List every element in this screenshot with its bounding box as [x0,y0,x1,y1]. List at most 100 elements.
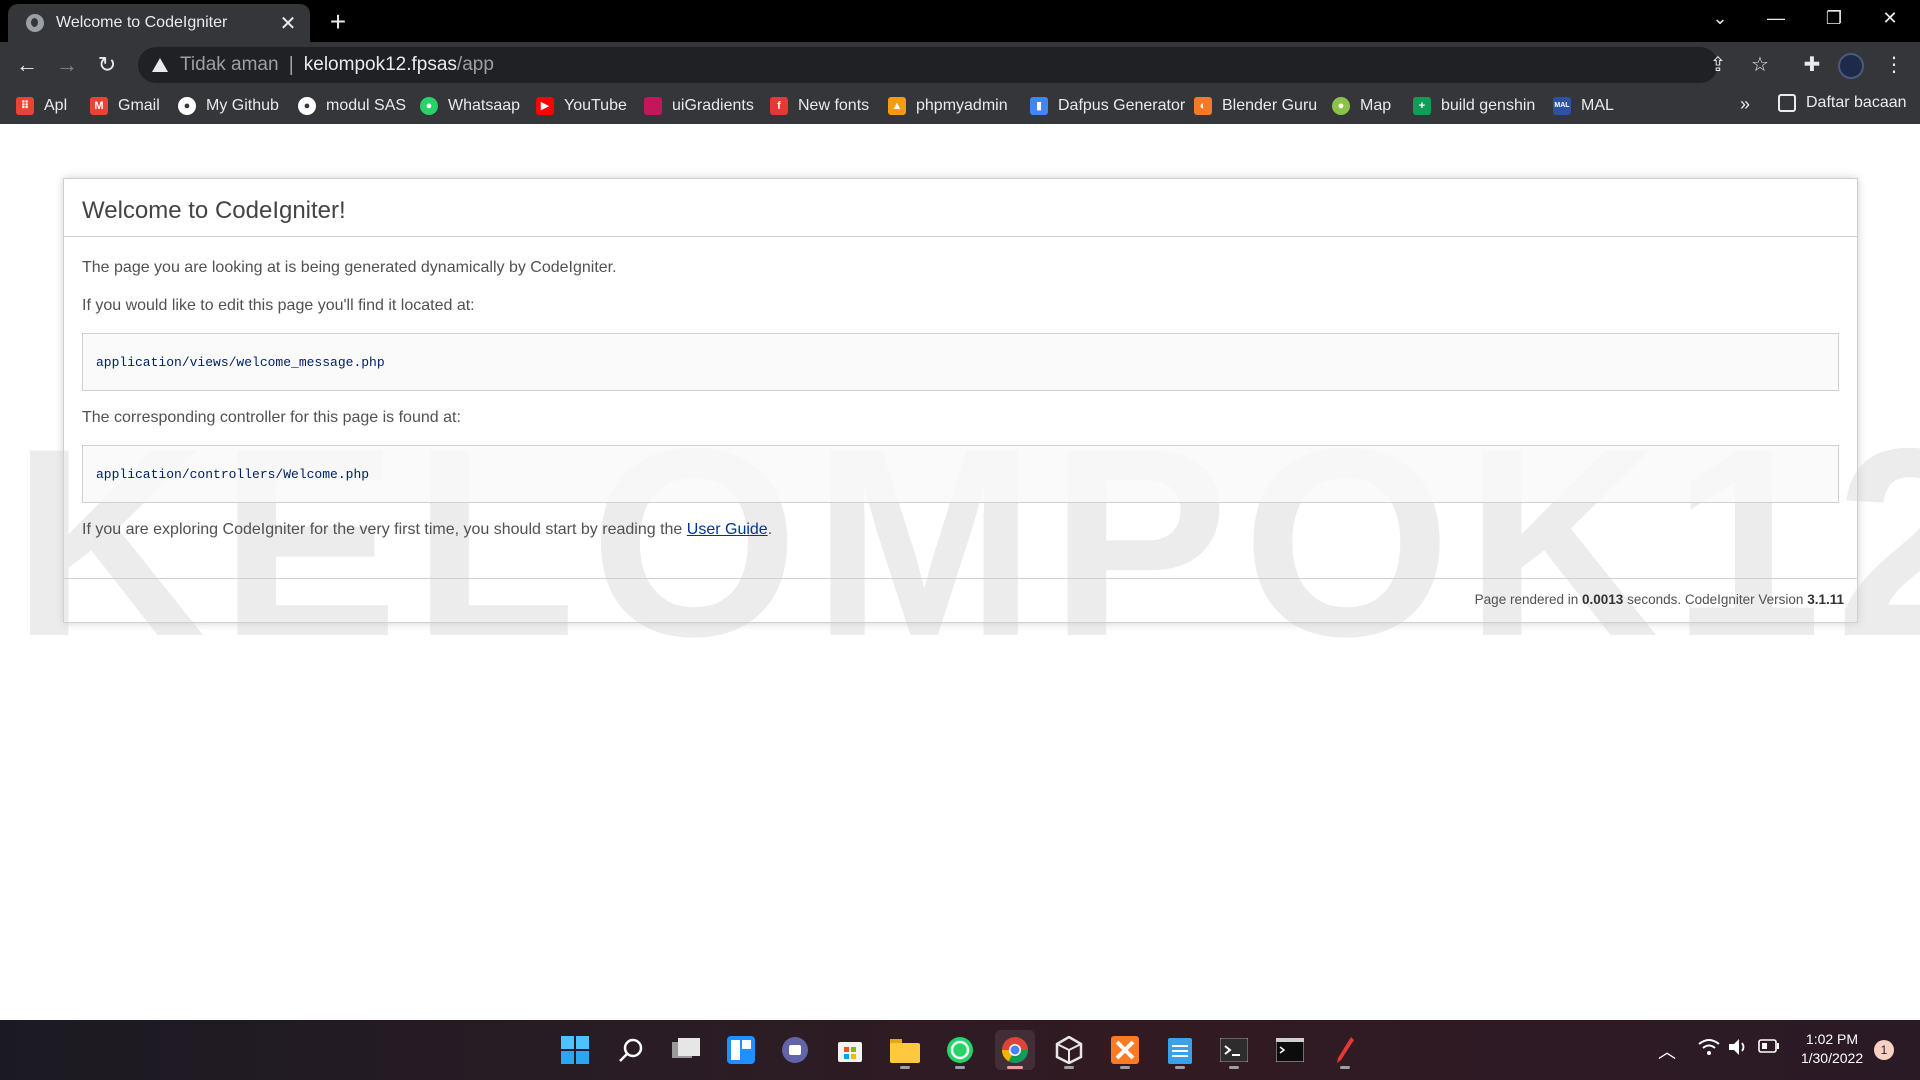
intro-text: The page you are looking at is being gen… [82,259,617,276]
bookmark-item[interactable]: ▶ YouTube [536,94,627,118]
controller-instructions: The corresponding controller for this pa… [82,409,461,426]
back-button[interactable]: ← [12,50,42,80]
task-view-icon [672,1038,700,1058]
new-tab-button[interactable]: + [323,6,353,38]
widgets-button[interactable] [721,1030,761,1070]
reading-list-label: Daftar bacaan [1806,94,1907,111]
globe-icon: ● [1332,97,1350,115]
microsoft-store-button[interactable] [830,1030,870,1070]
chat-icon [782,1037,808,1063]
xampp-button[interactable] [1105,1030,1145,1070]
whatsapp-button[interactable] [940,1030,980,1070]
controller-path-code: application/controllers/Welcome.php [82,445,1839,503]
reload-button[interactable]: ↻ [92,50,122,80]
minimize-button[interactable]: — [1756,4,1796,32]
bookmark-label: Apl [44,97,68,114]
bookmark-item[interactable]: ● modul SAS [298,94,406,118]
footer-prefix: Page rendered in [1474,592,1579,607]
edit-instructions: If you would like to edit this page you'… [82,297,475,314]
bookmark-item[interactable]: M Gmail [90,94,160,118]
page-title: Welcome to CodeIgniter! [64,179,1857,237]
share-icon[interactable]: ⇪ [1706,53,1730,77]
notepad-button[interactable] [1160,1030,1200,1070]
task-view-button[interactable] [666,1030,706,1070]
bookmark-item[interactable]: ● My Github [178,94,279,118]
bookmark-item[interactable]: ● Whatsaap [420,94,520,118]
browser-toolbar: ← → ↻ Tidak aman | kelompok12.fpsas/app … [0,42,1920,88]
terminal-icon [1220,1038,1248,1062]
bookmark-item[interactable]: ▲ phpmyadmin [888,94,1008,118]
bookmark-label: Whatsaap [448,97,521,114]
bookmark-item[interactable]: MAL MAL [1553,94,1614,118]
command-prompt-button[interactable] [1270,1030,1310,1070]
terminal-button[interactable] [1214,1030,1254,1070]
browser-tab[interactable]: Welcome to CodeIgniter ✕ [8,4,310,42]
bookmark-label: New fonts [798,97,870,114]
render-time: 0.0013 [1582,592,1624,607]
chrome-icon [1001,1037,1029,1064]
bookmark-item[interactable]: f New fonts [770,94,869,118]
close-window-button[interactable]: ✕ [1870,4,1910,32]
running-indicator [1120,1066,1130,1069]
bookmarks-overflow-button[interactable]: » [1740,94,1750,115]
explore-sentence: If you are exploring CodeIgniter for the… [82,521,683,538]
volume-icon[interactable] [1728,1038,1748,1061]
bookmark-label: Blender Guru [1222,97,1318,114]
running-indicator [1229,1066,1239,1069]
view-path-code: application/views/welcome_message.php [82,333,1839,391]
battery-icon[interactable] [1758,1038,1780,1059]
tab-search-chevron-icon[interactable]: ⌄ [1700,4,1740,32]
show-hidden-icons-chevron[interactable]: ︿ [1658,1038,1676,1064]
clock-time: 1:02 PM [1805,1031,1859,1047]
profile-avatar[interactable] [1838,53,1864,79]
clock-date: 1/30/2022 [1800,1050,1864,1066]
wifi-icon[interactable] [1698,1038,1720,1061]
running-indicator [1007,1066,1023,1069]
search-button[interactable] [611,1030,651,1070]
ci-version: 3.1.11 [1807,592,1844,607]
notification-badge[interactable]: 1 [1874,1040,1894,1060]
notepad-icon [1168,1038,1192,1064]
bookmark-item[interactable]: + build genshin [1413,94,1535,118]
running-indicator [900,1066,910,1069]
start-button[interactable] [555,1030,595,1070]
file-explorer-button[interactable] [885,1030,925,1070]
bookmark-star-icon[interactable]: ☆ [1748,53,1772,77]
extensions-puzzle-icon[interactable]: ✚ [1797,50,1827,80]
bookmark-label: phpmyadmin [916,97,1008,114]
github-icon: ● [178,97,196,115]
forward-button[interactable]: → [52,50,82,80]
virtualbox-button[interactable] [1049,1030,1089,1070]
blender-icon: ◐ [1194,97,1212,115]
bookmark-item[interactable]: ◐ Blender Guru [1194,94,1317,118]
store-icon [838,1042,862,1062]
bookmark-label: build genshin [1441,97,1536,114]
address-bar[interactable]: Tidak aman | kelompok12.fpsas/app ⇪ ☆ [138,47,1769,83]
page-body: The page you are looking at is being gen… [64,259,1857,539]
teams-chat-button[interactable] [775,1030,815,1070]
bookmark-item[interactable]: ▮ Dafpus Generator [1030,94,1185,118]
command-prompt-icon [1276,1038,1304,1062]
bookmark-item[interactable]: ● Map [1332,94,1391,118]
page-footer: Page rendered in 0.0013 seconds. CodeIgn… [64,578,1857,622]
running-indicator [955,1066,965,1069]
close-tab-icon[interactable]: ✕ [276,11,300,36]
user-guide-link[interactable]: User Guide [687,521,768,538]
bookmark-item[interactable]: uiGradients [644,94,754,118]
taskbar-clock[interactable]: 1:02 PM 1/30/2022 [1796,1030,1868,1068]
tab-title: Welcome to CodeIgniter [56,14,228,31]
github-icon: ● [298,97,316,115]
bookmark-label: Map [1360,97,1392,114]
bookmark-label: Dafpus Generator [1058,97,1186,114]
bookmark-item[interactable]: ⠿ Apl [16,94,67,118]
security-label[interactable]: Tidak aman [180,54,279,76]
explore-period: . [767,521,773,538]
reading-list-button[interactable]: Daftar bacaan [1778,94,1907,112]
chrome-button[interactable] [995,1030,1035,1070]
restore-button[interactable]: ❐ [1814,4,1854,32]
footer-middle: seconds. CodeIgniter Version [1627,592,1804,607]
xampp-icon [1111,1036,1139,1064]
menu-kebab-icon[interactable]: ⋮ [1879,50,1909,80]
pen-app-button[interactable] [1325,1030,1365,1070]
youtube-icon: ▶ [536,97,554,115]
